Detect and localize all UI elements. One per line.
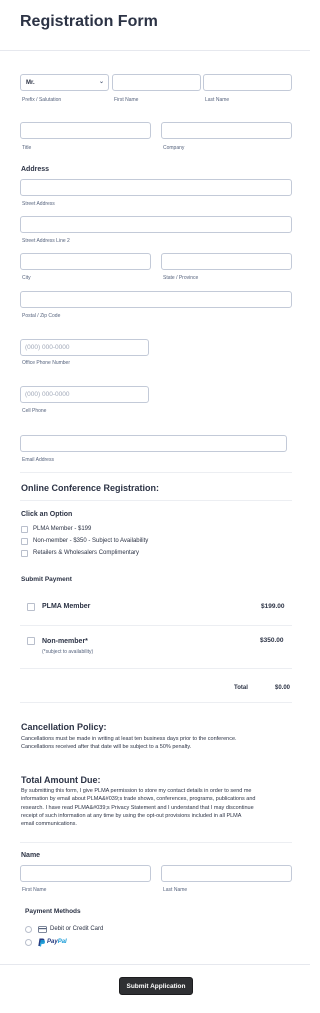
cell-phone-input[interactable]: (000) 000-0000	[20, 386, 149, 403]
email-label: Email Address	[22, 457, 54, 463]
cell-phone-placeholder: (000) 000-0000	[25, 391, 70, 398]
product-price: $350.00	[260, 637, 284, 644]
prefix-select[interactable]: Mr. ⌄	[20, 74, 109, 91]
paypal-radio[interactable]	[25, 939, 32, 946]
paypal-label: PayPal	[47, 939, 67, 945]
email-input[interactable]	[20, 435, 287, 452]
option-checkbox[interactable]	[21, 550, 28, 557]
postal-code-input[interactable]	[20, 291, 292, 308]
total-value: $0.00	[275, 685, 291, 691]
product-price: $199.00	[261, 603, 285, 610]
divider	[20, 668, 292, 669]
text-line: information by email about PLMA&#039;s t…	[21, 796, 256, 803]
total-due-heading: Total Amount Due:	[21, 775, 101, 785]
option-checkbox[interactable]	[21, 526, 28, 533]
postal-code-label: Postal / Zip Code	[22, 313, 61, 319]
title-label: Title	[22, 145, 32, 151]
state-input[interactable]	[161, 253, 292, 270]
card-label: Debit or Credit Card	[50, 926, 104, 932]
divider	[20, 472, 292, 473]
option-label: Non-member - $350 - Subject to Availabil…	[33, 538, 149, 544]
option-label: Retailers & Wholesalers Complimentary	[33, 550, 140, 556]
street-address-2-input[interactable]	[20, 216, 292, 233]
divider	[20, 625, 292, 626]
cell-phone-label: Cell Phone	[22, 408, 47, 414]
city-label: City	[22, 275, 31, 281]
product-note: (*subject to availability)	[42, 649, 94, 655]
office-phone-label: Office Phone Number	[22, 360, 70, 366]
product-name: Non-member*	[42, 638, 88, 645]
submit-application-button[interactable]: Submit Application	[119, 977, 193, 995]
company-input[interactable]	[161, 122, 292, 139]
chevron-down-icon: ⌄	[98, 79, 104, 85]
signer-first-name-label: First Name	[22, 887, 47, 893]
signer-first-name-input[interactable]	[20, 865, 151, 882]
street-address-label: Street Address	[22, 201, 55, 207]
option-label: PLMA Member - $199	[33, 526, 92, 532]
text-line: Cancellations received after that date w…	[21, 744, 192, 751]
text-line: email communications.	[21, 821, 77, 828]
last-name-input[interactable]	[203, 74, 292, 91]
cancellation-text: Cancellations must be made in writing at…	[21, 735, 293, 752]
footer-divider	[0, 964, 310, 965]
last-name-label: Last Name	[205, 97, 230, 103]
conference-heading: Online Conference Registration:	[21, 483, 160, 493]
address-heading: Address	[21, 166, 50, 173]
text-line: receipt of such information at any time …	[21, 812, 242, 819]
prefix-label: Prefix / Salutation	[22, 97, 62, 103]
option-heading: Click an Option	[21, 511, 73, 518]
signer-last-name-input[interactable]	[161, 865, 292, 882]
text-line: Cancellations must be made in writing at…	[21, 736, 237, 742]
payment-methods-heading: Payment Methods	[25, 908, 81, 915]
signer-last-name-label: Last Name	[163, 887, 188, 893]
total-label: Total	[234, 685, 248, 691]
product-checkbox[interactable]	[27, 637, 35, 645]
paypal-logo	[38, 938, 45, 947]
divider	[20, 500, 292, 501]
signer-name-heading: Name	[21, 852, 41, 859]
option-checkbox[interactable]	[21, 538, 28, 545]
cancellation-heading: Cancellation Policy:	[21, 722, 107, 732]
first-name-input[interactable]	[112, 74, 201, 91]
card-radio[interactable]	[25, 926, 32, 933]
divider	[20, 702, 292, 703]
title-input[interactable]	[20, 122, 151, 139]
text-line: research. I have read PLMA&#039;s Privac…	[21, 804, 254, 811]
header-divider	[0, 50, 310, 51]
city-input[interactable]	[20, 253, 151, 270]
first-name-label: First Name	[114, 97, 139, 103]
state-label: State / Province	[163, 275, 199, 281]
divider	[20, 842, 292, 843]
company-label: Company	[163, 145, 185, 151]
office-phone-placeholder: (000) 000-0000	[25, 344, 70, 351]
product-name: PLMA Member	[42, 603, 91, 610]
street-address-input[interactable]	[20, 179, 292, 196]
office-phone-input[interactable]: (000) 000-0000	[20, 339, 149, 356]
payment-heading: Submit Payment	[21, 576, 72, 583]
product-checkbox[interactable]	[27, 603, 35, 611]
page-title: Registration Form	[20, 13, 158, 30]
street-address-2-label: Street Address Line 2	[22, 238, 70, 244]
prefix-value: Mr.	[26, 80, 35, 86]
consent-text: By submitting this form, I give PLMA per…	[21, 787, 296, 828]
credit-card-icon	[38, 926, 47, 933]
text-line: By submitting this form, I give PLMA per…	[21, 788, 252, 794]
